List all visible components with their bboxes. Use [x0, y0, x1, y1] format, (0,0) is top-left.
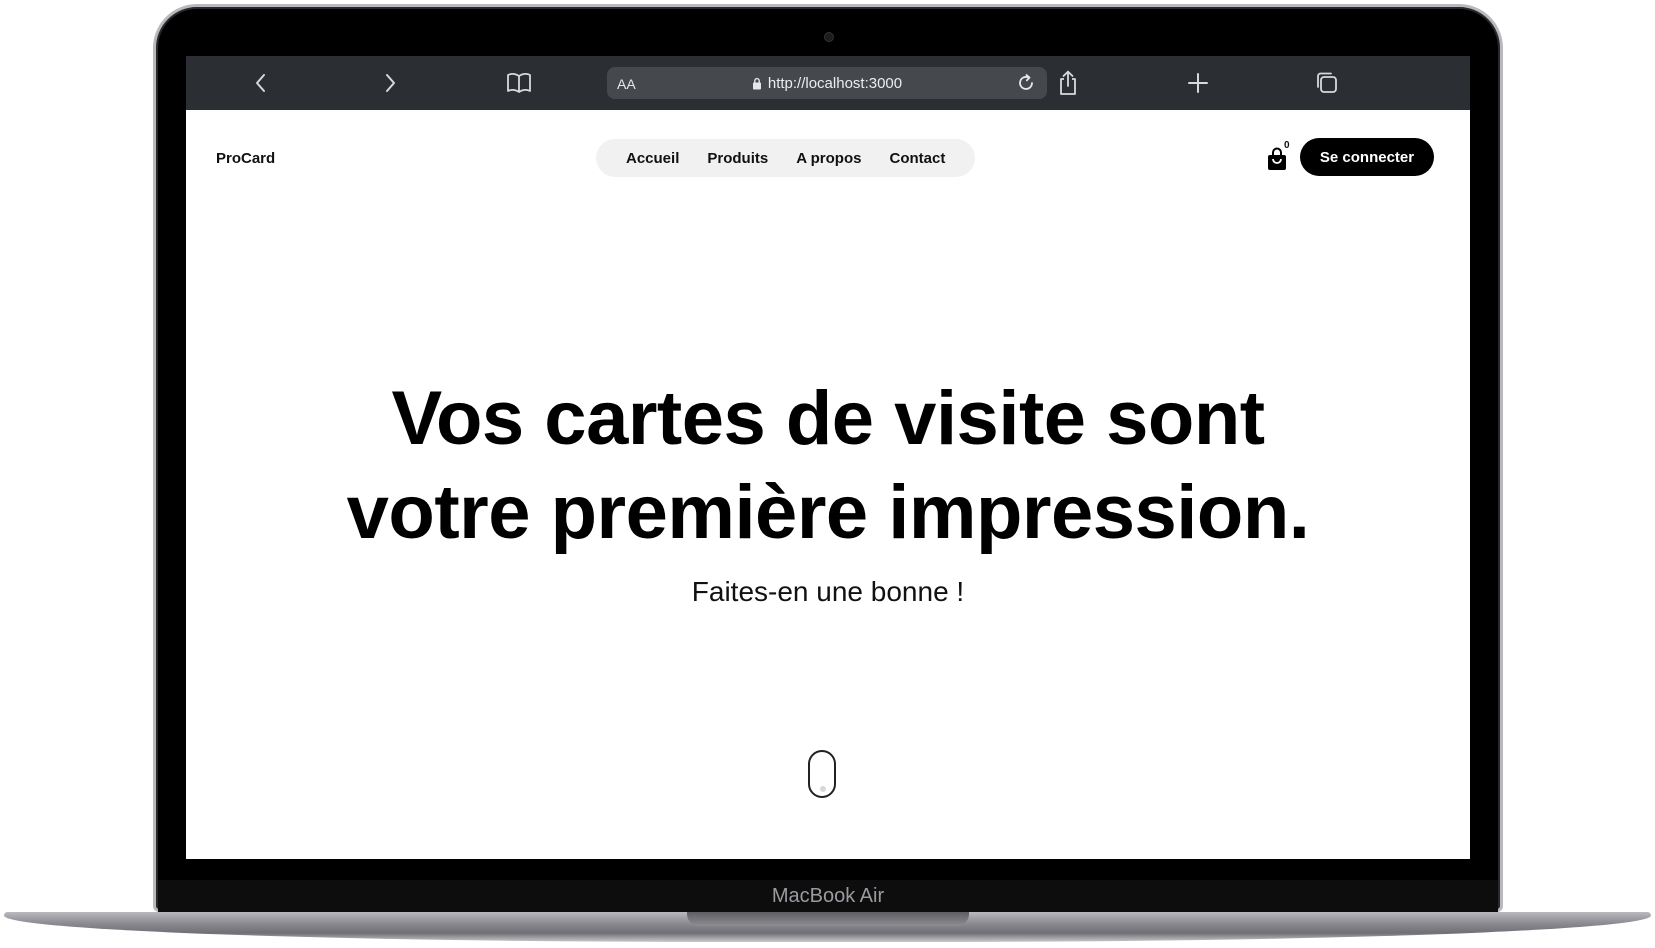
scroll-down-mouse-icon[interactable] — [808, 750, 836, 798]
lock-icon — [752, 77, 762, 90]
share-button[interactable] — [1041, 56, 1095, 110]
back-button[interactable] — [234, 56, 288, 110]
device-mockup: AA http://localhost:3000 ProCard Accueil… — [0, 0, 1655, 948]
scroll-indicator-dot — [820, 786, 826, 792]
nav-item-produits[interactable]: Produits — [693, 150, 782, 167]
reload-icon — [1019, 74, 1033, 90]
bookmarks-button[interactable] — [492, 56, 546, 110]
new-tab-button[interactable] — [1171, 56, 1225, 110]
book-icon — [507, 73, 531, 93]
laptop-chin: MacBook Air — [158, 880, 1498, 912]
hero-heading: Vos cartes de visite sont votre première… — [186, 372, 1470, 560]
main-nav: Accueil Produits A propos Contact — [596, 139, 976, 177]
cart-button[interactable]: 0 — [1266, 140, 1294, 174]
plus-icon — [1188, 73, 1208, 93]
device-label: MacBook Air — [771, 884, 885, 907]
cart-count-badge: 0 — [1284, 140, 1290, 151]
forward-button[interactable] — [363, 56, 417, 110]
screen: AA http://localhost:3000 ProCard Accueil… — [186, 56, 1470, 859]
address-bar[interactable]: AA http://localhost:3000 — [607, 67, 1047, 99]
chevron-left-icon — [256, 74, 265, 92]
share-icon — [1060, 70, 1076, 95]
login-button[interactable]: Se connecter — [1300, 138, 1434, 176]
hero-heading-line-1: Vos cartes de visite sont — [391, 376, 1265, 461]
hero-heading-line-2: votre première impression. — [346, 470, 1310, 555]
brand-logo[interactable]: ProCard — [216, 150, 275, 167]
nav-item-a-propos[interactable]: A propos — [782, 150, 875, 167]
laptop-notch — [687, 912, 969, 926]
camera-icon — [824, 32, 834, 42]
browser-toolbar: AA http://localhost:3000 — [186, 56, 1470, 110]
tabs-overview-button[interactable] — [1300, 56, 1354, 110]
chevron-right-icon — [386, 74, 395, 92]
reload-button[interactable] — [1011, 67, 1041, 99]
nav-item-accueil[interactable]: Accueil — [612, 150, 693, 167]
tabs-icon — [1317, 72, 1337, 93]
web-page: ProCard Accueil Produits A propos Contac… — [186, 110, 1470, 859]
url-text: http://localhost:3000 — [767, 74, 903, 92]
hero-subtitle: Faites-en une bonne ! — [691, 576, 965, 607]
url-display[interactable]: http://localhost:3000 — [607, 67, 1047, 99]
nav-item-contact[interactable]: Contact — [875, 150, 959, 167]
